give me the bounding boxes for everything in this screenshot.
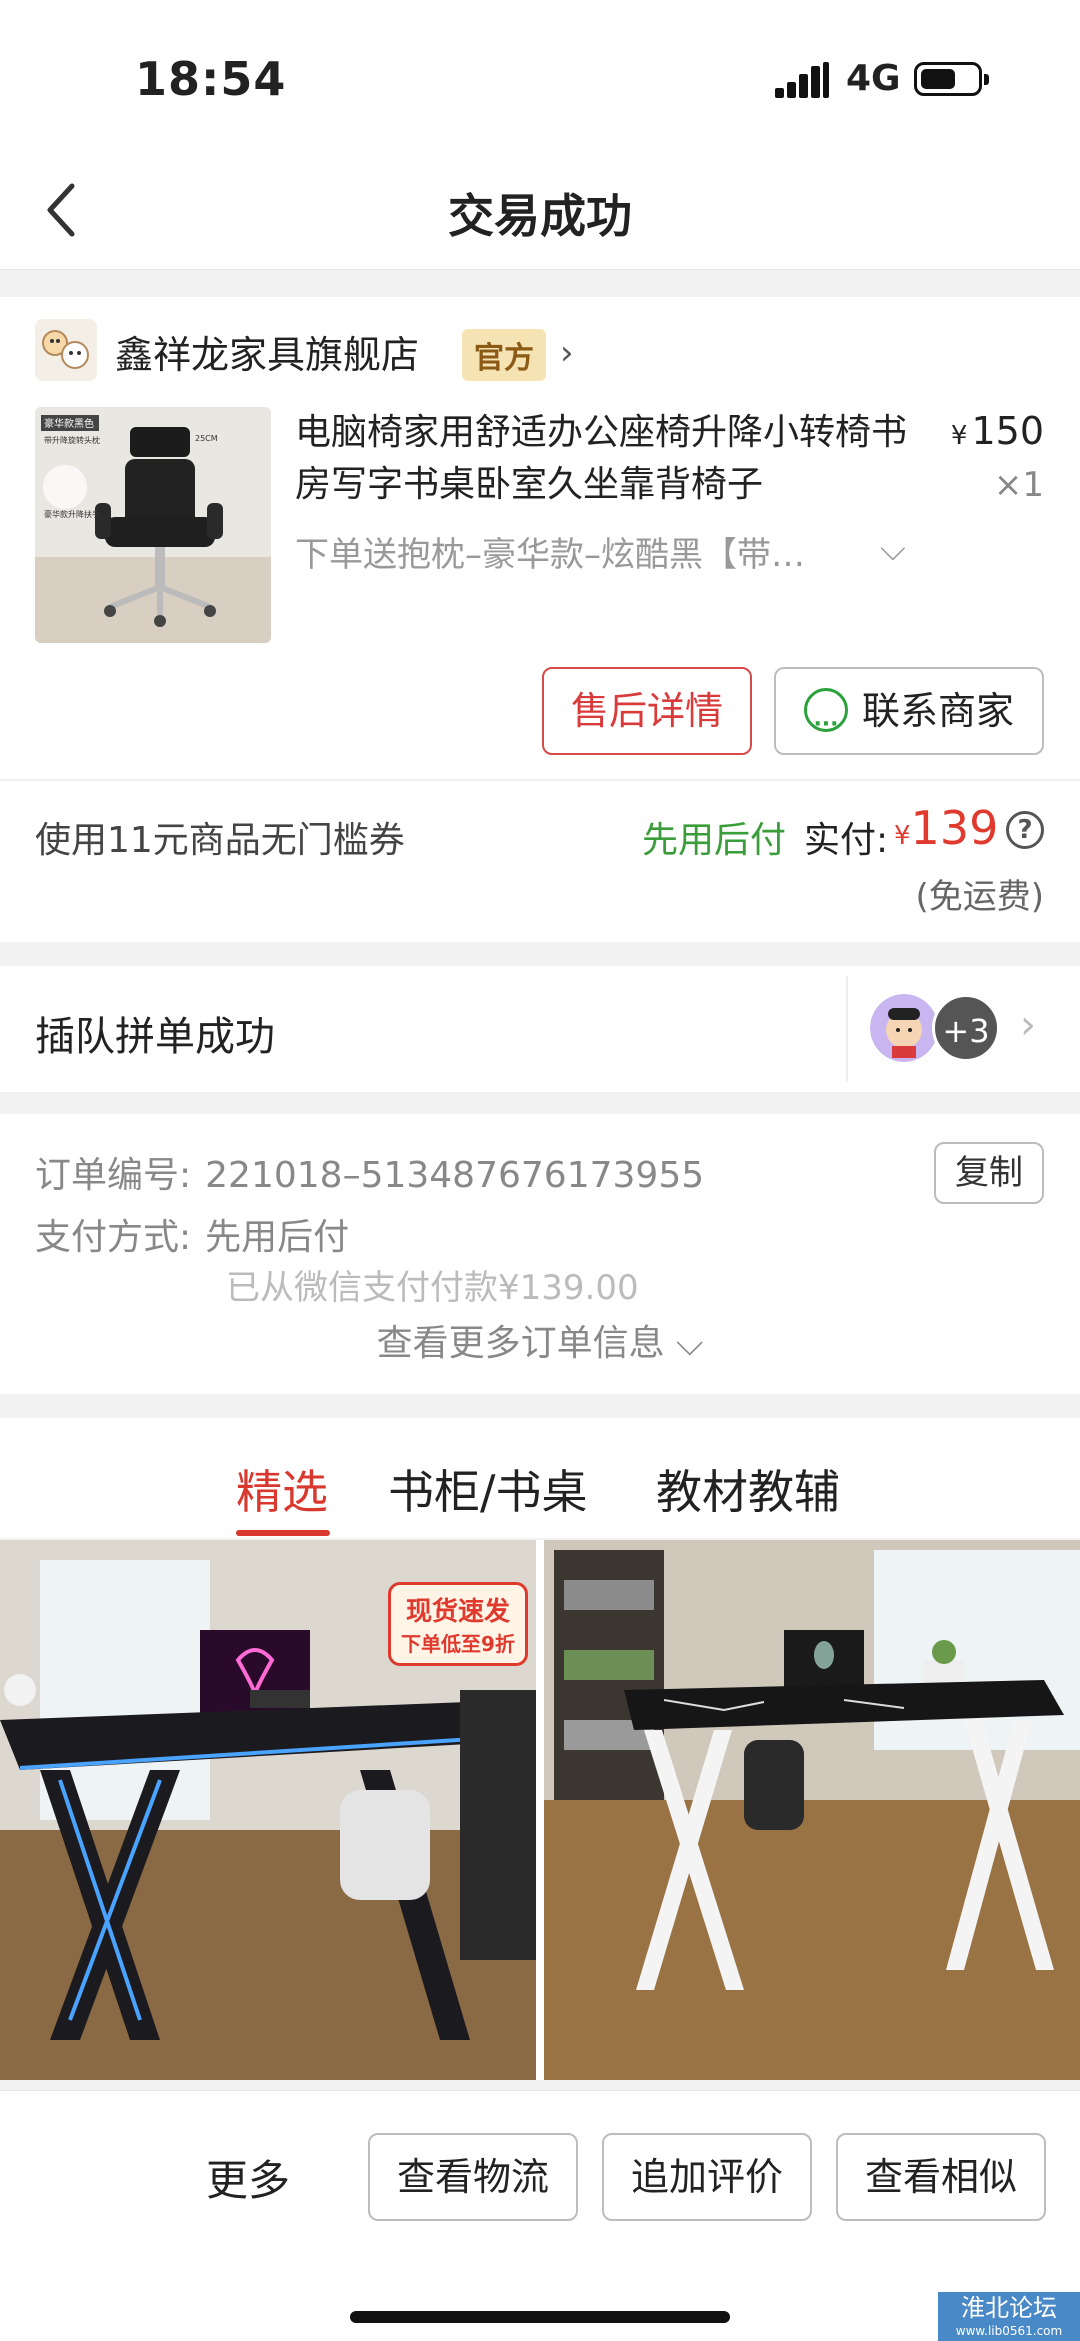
image-tag-2: 带升降旋转头枕: [44, 435, 100, 445]
chevron-right-icon[interactable]: ›: [1020, 1002, 1036, 1048]
order-id-label: 订单编号:: [35, 1155, 192, 1196]
order-id-value: 221018–513487676173955: [205, 1155, 705, 1196]
status-bar: 18:54 4G: [0, 0, 1080, 150]
add-review-button[interactable]: 追加评价: [602, 2133, 812, 2221]
signal-icon: [775, 62, 831, 98]
order-info: 订单编号: 221018–513487676173955 复制 支付方式: 先用后付…: [0, 1114, 1080, 1394]
promo-badge: 现货速发 下单低至9折: [388, 1582, 528, 1666]
home-indicator[interactable]: [350, 2311, 730, 2323]
paid-amount-value: 139: [910, 801, 999, 855]
payment-summary: 使用11元商品无门槛券 先用后付 实付: ¥139 ? (免运费): [0, 780, 1080, 942]
image-tag-3: 豪华款升降扶手: [44, 509, 100, 519]
price-value: 150: [971, 409, 1044, 453]
tab-active-indicator: [236, 1530, 330, 1536]
paid-label: 实付:: [804, 820, 889, 861]
recommend-item-gaming-desk-black[interactable]: 现货速发 下单低至9折: [0, 1540, 536, 2080]
bottom-action-bar: 更多 查看物流 追加评价 查看相似: [0, 2090, 1080, 2341]
pay-later-label: 先用后付: [642, 820, 787, 861]
paid-currency: ¥: [894, 821, 911, 851]
payment-method-value: 先用后付: [205, 1217, 350, 1258]
contact-seller-label: 联系商家: [861, 689, 1014, 733]
promo-line-2: 下单低至9折: [401, 1632, 515, 1656]
product-sku[interactable]: 下单送抱枕–豪华款–炫酷黑【带…: [295, 527, 805, 576]
official-badge: 官方: [462, 329, 546, 381]
chevron-down-icon: ⌵: [664, 1323, 704, 1364]
battery-icon: [914, 62, 989, 96]
store-logo[interactable]: [35, 319, 97, 381]
copy-button[interactable]: 复制: [934, 1142, 1044, 1204]
contact-seller-button[interactable]: 联系商家: [774, 667, 1044, 767]
avatar: [870, 994, 938, 1062]
after-sales-button[interactable]: 售后详情: [542, 667, 752, 755]
product-image[interactable]: 豪华款黑色 带升降旋转头枕 25CM 豪华款升降扶手: [35, 407, 271, 643]
group-buy-text: 插队拼单成功: [35, 1014, 275, 1060]
more-order-info-label: 查看更多订单信息: [376, 1323, 665, 1364]
more-members-count: +3: [932, 994, 1000, 1062]
more-order-info-link[interactable]: 查看更多订单信息 ⌵: [0, 1314, 1080, 1366]
network-label: 4G: [846, 58, 901, 99]
tab-textbooks[interactable]: 教材教辅: [656, 1456, 840, 1522]
chevron-right-icon[interactable]: ›: [560, 333, 574, 373]
coupon-text: 使用11元商品无门槛券: [35, 820, 405, 861]
tab-bookcase-desk[interactable]: 书柜/书桌: [388, 1456, 588, 1522]
recommend-item-gaming-desk-white[interactable]: [544, 1540, 1080, 2080]
recommend-grid: 现货速发 下单低至9折: [0, 1540, 1080, 2080]
more-button[interactable]: 更多: [206, 2147, 290, 2208]
chevron-down-icon[interactable]: ⌵: [880, 529, 906, 569]
help-icon[interactable]: ?: [1006, 811, 1044, 849]
product-price: ¥150: [951, 409, 1044, 453]
divider: [846, 976, 848, 1082]
order-id-row: 订单编号: 221018–513487676173955: [35, 1146, 704, 1198]
paid-amount: ¥139: [894, 801, 998, 855]
status-time: 18:54: [135, 52, 287, 106]
payment-method-row: 支付方式: 先用后付: [35, 1208, 349, 1260]
nav-bar: 交易成功: [0, 150, 1080, 270]
promo-line-1: 现货速发: [405, 1597, 510, 1627]
price-symbol: ¥: [950, 421, 968, 451]
view-similar-button[interactable]: 查看相似: [836, 2133, 1046, 2221]
store-name[interactable]: 鑫祥龙家具旗舰店: [115, 324, 419, 379]
image-size-label: 25CM: [195, 434, 218, 443]
product-quantity: ×1: [993, 465, 1044, 505]
wechat-paid-note: 已从微信支付付款¥139.00: [226, 1268, 639, 1308]
group-buy-row[interactable]: 插队拼单成功 +3 ›: [0, 966, 1080, 1092]
watermark-url: www.lib0561.com: [955, 2324, 1063, 2338]
store-card: 鑫祥龙家具旗舰店 官方 › 豪华款黑色 带升降旋转头枕 25CM 豪华款升降扶手…: [0, 297, 1080, 779]
watermark-logo: 淮北论坛 www.lib0561.com: [938, 2292, 1080, 2341]
payment-method-label: 支付方式:: [35, 1217, 192, 1258]
page-title: 交易成功: [448, 189, 632, 243]
tab-featured[interactable]: 精选: [236, 1456, 328, 1522]
product-title[interactable]: 电脑椅家用舒适办公座椅升降小转椅书房写字书桌卧室久坐靠背椅子: [295, 407, 925, 511]
watermark-text: 淮北论坛: [961, 2294, 1057, 2322]
view-logistics-button[interactable]: 查看物流: [368, 2133, 578, 2221]
freight-text: (免运费): [915, 877, 1044, 917]
recommend-tabs: 精选 书柜/书桌 教材教辅: [0, 1418, 1080, 1538]
image-tag-1: 豪华款黑色: [44, 417, 94, 430]
chat-icon: [803, 683, 848, 767]
